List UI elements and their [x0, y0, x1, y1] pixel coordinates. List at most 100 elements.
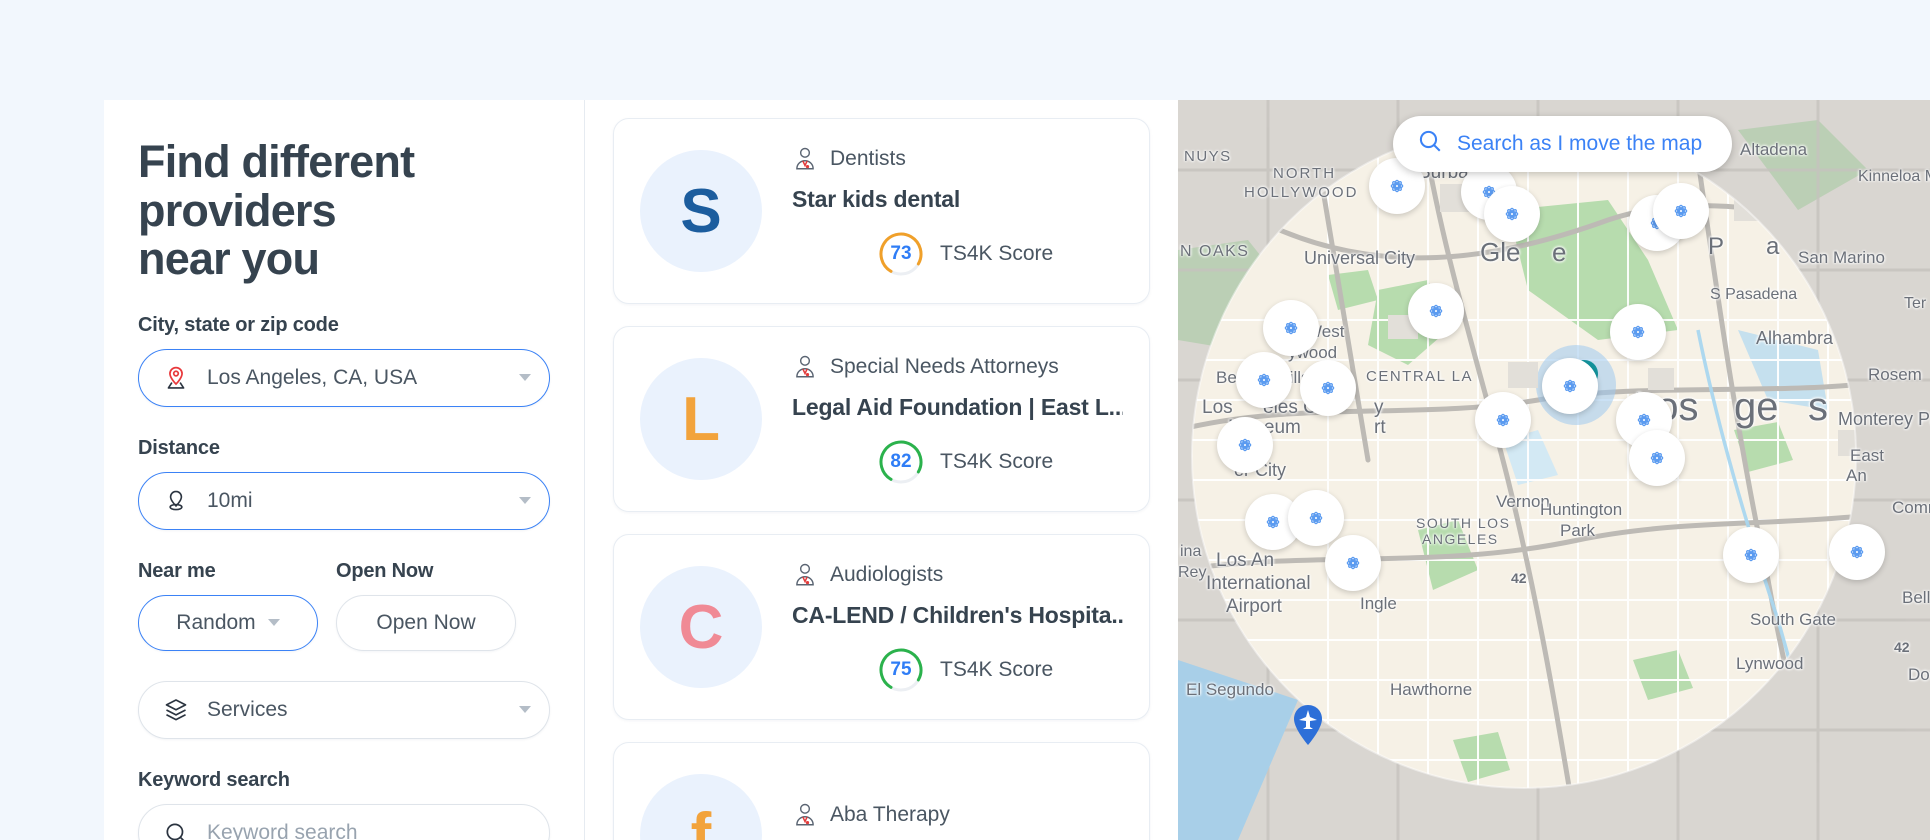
- provider-icon: [796, 803, 814, 825]
- page-title: Find different providers near you: [138, 136, 550, 285]
- chevron-down-icon[interactable]: [267, 619, 280, 627]
- result-score-row: 82 TS4K Score: [878, 439, 1123, 485]
- map-view[interactable]: NUYS NORTH HOLLYWOOD Burbank Altadena Kinnelo…: [1178, 100, 1930, 840]
- flower-marker-icon: [1346, 556, 1360, 570]
- map-marker[interactable]: [1475, 392, 1531, 448]
- page-title-line-3: near you: [138, 233, 320, 285]
- flower-marker-icon: [1390, 179, 1404, 193]
- map-marker[interactable]: [1629, 430, 1685, 486]
- map-marker[interactable]: [1263, 300, 1319, 356]
- score-ring: 75: [878, 647, 924, 693]
- result-category-row: Special Needs Attorneys: [792, 354, 1123, 380]
- services-select[interactable]: Services: [138, 680, 550, 739]
- flower-marker-icon: [1850, 545, 1864, 559]
- score-value: 82: [890, 450, 912, 472]
- layers-icon: [161, 695, 191, 725]
- result-card[interactable]: L Special Needs Attorneys Legal Aid Foun…: [613, 326, 1150, 512]
- flower-marker-icon: [1496, 413, 1510, 427]
- result-provider-name: Legal Aid Foundation | East L...: [792, 393, 1123, 420]
- result-card[interactable]: f Aba Therapy First Steps for Kids, Inc.…: [613, 742, 1150, 840]
- keyword-search-label: Keyword search: [138, 768, 290, 791]
- flower-marker-icon: [1631, 325, 1645, 339]
- score-value: 73: [890, 242, 912, 264]
- filters-sidebar: Find different providers near you City, …: [104, 100, 584, 840]
- page-title-line-1: Find different: [138, 136, 415, 187]
- open-now-label: Open Now: [336, 559, 434, 582]
- map-marker[interactable]: [1217, 417, 1273, 473]
- open-now-value: Open Now: [376, 610, 476, 634]
- map-marker[interactable]: [1829, 524, 1885, 580]
- score-label: TS4K Score: [940, 449, 1054, 473]
- score-label: TS4K Score: [940, 241, 1054, 265]
- result-category-row: Audiologists: [792, 562, 1123, 588]
- result-category: Aba Therapy: [830, 802, 950, 826]
- flower-marker-icon: [1238, 438, 1252, 452]
- services-value: Services: [207, 697, 288, 721]
- location-radius-icon: [161, 486, 191, 516]
- result-card[interactable]: C Audiologists CA-LEND / Children's Hosp…: [613, 534, 1150, 720]
- toggle-row: Near me Random Open Now Open Now: [138, 560, 550, 651]
- result-category: Audiologists: [830, 562, 944, 586]
- result-category: Special Needs Attorneys: [830, 354, 1059, 378]
- map-marker[interactable]: [1484, 186, 1540, 242]
- results-list-panel: S Dentists Star kids dental 73 TS4K Scor…: [584, 100, 1178, 840]
- map-marker[interactable]: [1653, 183, 1709, 239]
- search-icon: [1417, 128, 1443, 160]
- search-as-i-move-the-map-button[interactable]: Search as I move the map: [1393, 116, 1733, 172]
- result-score-row: 73 TS4K Score: [878, 231, 1123, 277]
- result-provider-name: CA-LEND / Children's Hospita...: [792, 601, 1123, 628]
- results-list: S Dentists Star kids dental 73 TS4K Scor…: [585, 100, 1178, 840]
- provider-logo: f: [640, 774, 762, 840]
- result-card[interactable]: S Dentists Star kids dental 73 TS4K Scor…: [613, 118, 1150, 304]
- score-value: 75: [890, 658, 912, 680]
- score-label: TS4K Score: [940, 657, 1054, 681]
- provider-logo: C: [640, 566, 762, 688]
- map-marker[interactable]: [1723, 527, 1779, 583]
- open-now-button[interactable]: Open Now: [336, 594, 516, 651]
- map-marker[interactable]: [1408, 283, 1464, 339]
- distance-field-label: Distance: [138, 436, 220, 459]
- chevron-down-icon[interactable]: [519, 374, 531, 382]
- map-marker[interactable]: [1325, 535, 1381, 591]
- provider-icon: [796, 563, 814, 585]
- keyword-search-field[interactable]: Keyword search: [138, 803, 550, 840]
- near-me-dropdown[interactable]: Random: [138, 594, 318, 651]
- distance-select[interactable]: 10mi: [138, 471, 550, 530]
- app-root: Find different providers near you City, …: [0, 0, 1930, 840]
- location-select[interactable]: Los Angeles, CA, USA: [138, 348, 550, 407]
- chevron-down-icon[interactable]: [519, 706, 531, 714]
- result-score-row: 75 TS4K Score: [878, 647, 1123, 693]
- map-marker[interactable]: [1288, 490, 1344, 546]
- flower-marker-icon: [1321, 381, 1335, 395]
- map-marker[interactable]: [1542, 358, 1598, 414]
- result-provider-name: Star kids dental: [792, 185, 961, 212]
- flower-marker-icon: [1257, 373, 1271, 387]
- provider-icon: [796, 147, 814, 169]
- search-icon: [161, 818, 191, 840]
- score-ring: 82: [878, 439, 924, 485]
- chevron-down-icon[interactable]: [519, 497, 531, 505]
- flower-marker-icon: [1266, 515, 1280, 529]
- provider-logo: L: [640, 358, 762, 480]
- score-ring: 73: [878, 231, 924, 277]
- result-card-body: Audiologists CA-LEND / Children's Hospit…: [792, 562, 1123, 693]
- flower-marker-icon: [1563, 379, 1577, 393]
- near-me-label: Near me: [138, 559, 216, 582]
- map-marker[interactable]: [1300, 360, 1356, 416]
- result-category: Dentists: [830, 146, 906, 170]
- map-basemap: [1178, 100, 1930, 840]
- map-marker[interactable]: [1236, 352, 1292, 408]
- flower-marker-icon: [1744, 548, 1758, 562]
- flower-marker-icon: [1674, 204, 1688, 218]
- result-card-body: Dentists Star kids dental 73 TS4K Score: [792, 146, 1123, 277]
- flower-marker-icon: [1650, 451, 1664, 465]
- result-category-row: Dentists: [792, 146, 1123, 172]
- flower-marker-icon: [1429, 304, 1443, 318]
- result-card-body: Aba Therapy First Steps for Kids, Inc. |…: [792, 802, 1123, 840]
- keyword-search-placeholder: Keyword search: [207, 820, 358, 840]
- airport-pin-icon: [1293, 705, 1323, 745]
- distance-value: 10mi: [207, 488, 253, 512]
- map-marker[interactable]: [1610, 304, 1666, 360]
- flower-marker-icon: [1284, 321, 1298, 335]
- location-value: Los Angeles, CA, USA: [207, 365, 418, 389]
